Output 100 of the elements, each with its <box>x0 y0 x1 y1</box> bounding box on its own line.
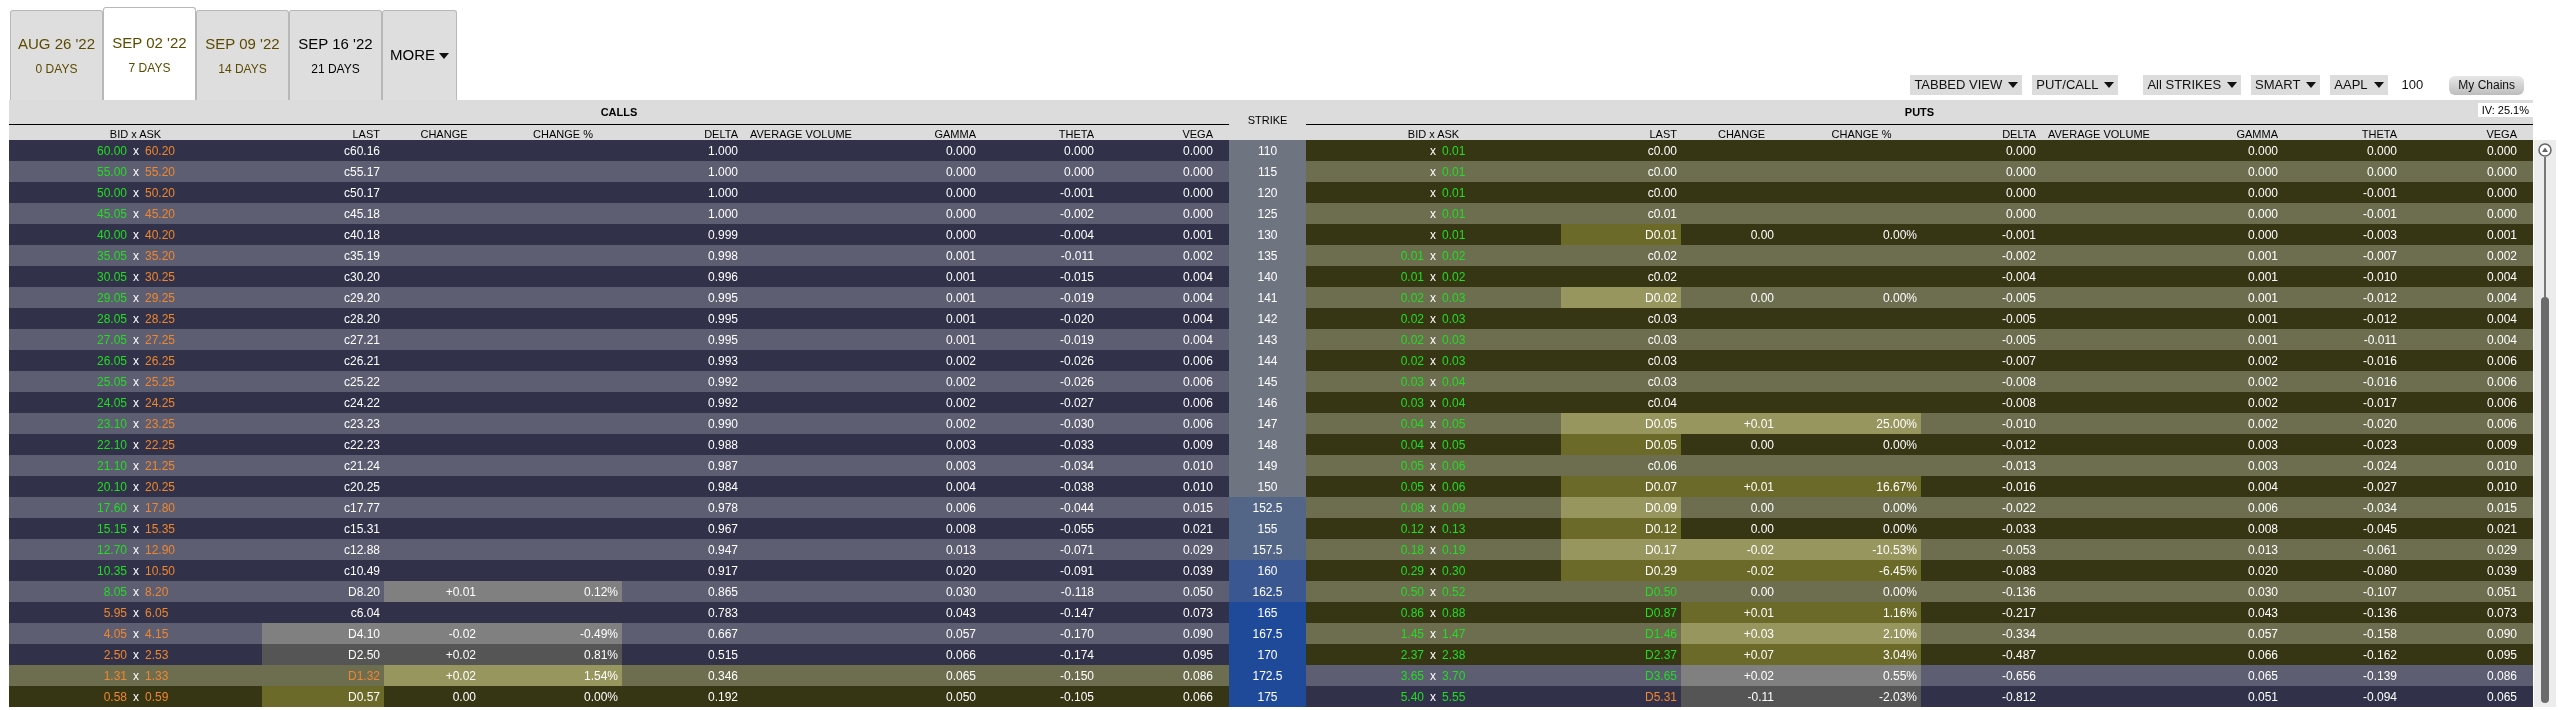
table-cell-text: -0.016 <box>2000 478 2037 496</box>
table-cell-text: 0.001 <box>944 310 977 328</box>
ask-price: 60.20 <box>145 142 176 160</box>
caret-icon <box>2373 82 2384 88</box>
table-cell-text: 0.095 <box>1181 646 1214 664</box>
strike-cell: 155 <box>1229 518 1306 539</box>
quantity-text: 100 <box>2400 76 2425 95</box>
expiry-tab[interactable]: SEP 09 '22 14 DAYS <box>196 10 289 100</box>
table-cell-text: 1.000 <box>706 184 739 202</box>
bid-price: 5.40 <box>1400 689 1424 704</box>
table-cell-text: 0.090 <box>2485 625 2518 643</box>
table-cell-text: 0.995 <box>706 331 739 349</box>
table-cell-text: 0.00% <box>1881 520 1918 538</box>
table-cell-text: 0.002 <box>2246 415 2279 433</box>
scrollbar[interactable] <box>2534 140 2556 707</box>
table-cell-text: 0.050 <box>944 688 977 706</box>
table-cell-text: 0.346 <box>706 667 739 685</box>
strike-cell: 175 <box>1229 686 1306 707</box>
ask-price: 2.53 <box>145 646 169 664</box>
dropdown[interactable]: SMART <box>2251 75 2321 95</box>
last-price-cell-text: D2.37 <box>1643 646 1678 664</box>
table-cell-text: 0.095 <box>2485 646 2518 664</box>
last-price-cell-text: c29.20 <box>342 289 381 307</box>
dropdown[interactable]: AAPL <box>2330 75 2388 95</box>
bid-price: 0.50 <box>1400 584 1424 599</box>
table-cell-text: -0.656 <box>2000 667 2037 685</box>
table-cell: 1.54% <box>504 665 622 686</box>
table-cell-text: 0.009 <box>2485 436 2518 454</box>
expiry-tab[interactable]: AUG 26 '22 0 DAYS <box>10 10 103 100</box>
table-cell-text: 0.998 <box>706 247 739 265</box>
table-cell-text: 0.004 <box>2485 268 2518 286</box>
table-cell-text: 0.008 <box>944 520 977 538</box>
table-cell-text: 0.002 <box>944 415 977 433</box>
table-cell-text: 0.001 <box>2246 289 2279 307</box>
separator-text: x <box>132 646 140 664</box>
ask-price: 0.01 <box>1442 142 1466 160</box>
table-cell-text: 0.065 <box>944 667 977 685</box>
table-cell-text: 0.002 <box>2246 373 2279 391</box>
last-price-cell-text: c23.23 <box>342 415 381 433</box>
ask-price: 35.20 <box>145 247 176 265</box>
bid-price: 2.50 <box>103 647 127 662</box>
table-cell-text: -0.002 <box>2000 247 2037 265</box>
table-cell-text: 0.006 <box>1181 394 1214 412</box>
table-cell-text: 0.00 <box>1749 436 1775 454</box>
dropdown[interactable]: TABBED VIEW <box>1910 75 2023 95</box>
table-cell-text: 0.090 <box>1181 625 1214 643</box>
table-cell: 0.55% <box>1802 665 1921 686</box>
column-header: CHANGE % <box>532 129 594 140</box>
caret-icon <box>2227 82 2238 88</box>
last-price-cell-text: c15.31 <box>342 520 381 538</box>
separator-text: x <box>132 163 140 181</box>
table-cell-text: -0.174 <box>1058 646 1095 664</box>
table-cell-text: 0.00 <box>1749 499 1775 517</box>
last-price-cell: D0.29 <box>1561 560 1681 581</box>
table-cell-text: 0.066 <box>2246 646 2279 664</box>
table-cell-text: -0.008 <box>2000 373 2037 391</box>
separator-text: x <box>1429 604 1437 622</box>
table-cell: +0.02 <box>384 665 504 686</box>
dropdown[interactable]: All STRIKES <box>2143 75 2242 95</box>
table-cell-text: 0.010 <box>1181 457 1214 475</box>
table-cell: 2.10% <box>1802 623 1921 644</box>
table-cell-text: 0.001 <box>944 289 977 307</box>
table-cell-text: 0.004 <box>1181 289 1214 307</box>
table-cell-text: 0.999 <box>706 226 739 244</box>
ask-price: 6.05 <box>145 604 169 622</box>
ask-price: 0.01 <box>1442 205 1466 223</box>
table-cell-text: -0.011 <box>1059 247 1095 265</box>
table-cell-text: 0.001 <box>944 331 977 349</box>
table-cell-text: 0.004 <box>1181 268 1214 286</box>
table-cell-text: -0.005 <box>2000 289 2037 307</box>
table-cell-text: 0.988 <box>706 436 739 454</box>
last-price-cell-text: c45.18 <box>342 205 381 223</box>
table-cell-text: 0.000 <box>1181 163 1214 181</box>
table-cell-text: -0.150 <box>1058 667 1095 685</box>
expiry-tab[interactable]: SEP 02 '22 7 DAYS <box>103 7 196 100</box>
table-cell-text: 1.000 <box>706 142 739 160</box>
dropdown[interactable]: PUT/CALL <box>2032 75 2119 95</box>
bid-price: 0.29 <box>1400 563 1424 578</box>
table-cell-text: 0.010 <box>2485 478 2518 496</box>
bid-price: 0.05 <box>1400 458 1424 473</box>
bid-price: 0.01 <box>1400 248 1424 263</box>
my-chains-button[interactable]: My Chains <box>2449 75 2524 95</box>
column-header: AVERAGE VOLUME <box>2047 129 2151 140</box>
scrollbar-thumb[interactable] <box>2541 297 2549 703</box>
table-cell-text: 0.010 <box>1181 478 1214 496</box>
table-cell-text: -0.007 <box>2361 247 2398 265</box>
ask-price: 0.06 <box>1442 478 1466 496</box>
more-tab[interactable]: MORE <box>382 10 457 100</box>
bid-price: 15.15 <box>96 521 127 536</box>
table-cell-text: 0.001 <box>1181 226 1214 244</box>
table-cell-text: -0.334 <box>2000 625 2037 643</box>
table-cell-text: -0.094 <box>2361 688 2398 706</box>
table-cell-text: 0.006 <box>1181 373 1214 391</box>
expiry-tab[interactable]: SEP 16 '22 21 DAYS <box>289 10 382 100</box>
table-cell-text: 0.000 <box>944 142 977 160</box>
table-cell-text: -0.812 <box>2000 688 2037 706</box>
table-cell-text: -0.015 <box>1058 268 1095 286</box>
table-cell-text: 0.004 <box>2485 289 2518 307</box>
table-cell-text: 0.029 <box>1181 541 1214 559</box>
table-cell: +0.01 <box>1681 602 1802 623</box>
